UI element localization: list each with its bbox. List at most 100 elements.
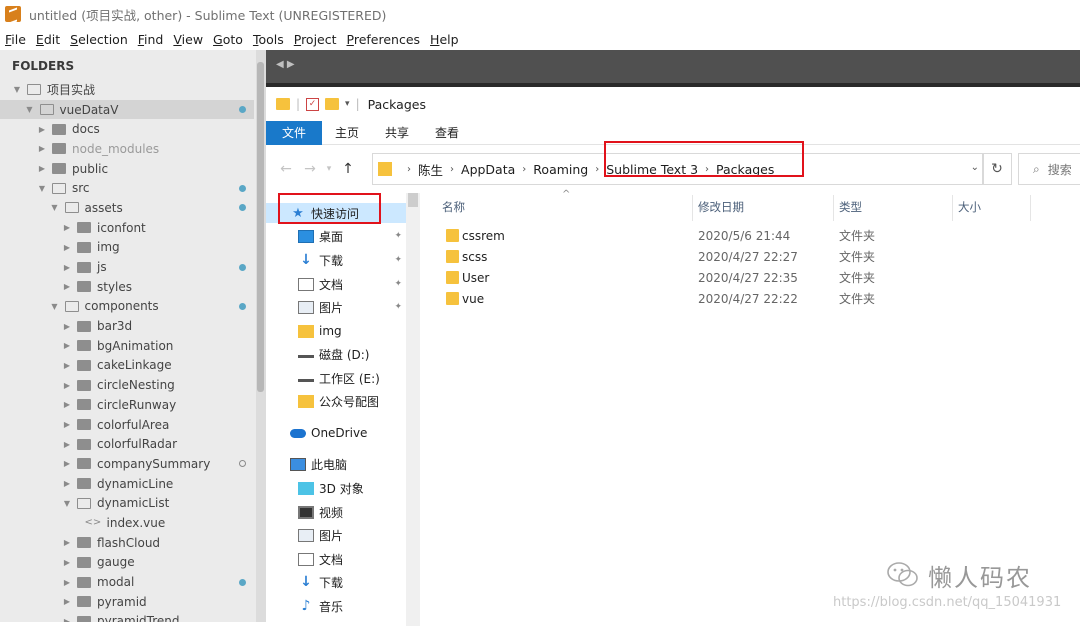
nav-scroll-thumb[interactable] — [408, 193, 418, 207]
file-row[interactable]: vue 2020/4/27 22:22 文件夹 — [422, 288, 1080, 309]
nav-item[interactable]: 桌面 ✦ — [266, 226, 406, 246]
chevron-right-icon[interactable]: › — [450, 164, 454, 175]
menu-file[interactable]: File — [0, 32, 31, 47]
nav-item[interactable]: OneDrive — [266, 423, 406, 443]
forward-arrow-icon[interactable]: → — [298, 161, 322, 177]
menu-view[interactable]: View — [168, 32, 208, 47]
tree-folder-item[interactable]: ▶ dynamicLine — [0, 474, 254, 494]
tab-file[interactable]: 文件 — [266, 121, 323, 145]
recent-dropdown-icon[interactable]: ▾ — [322, 164, 336, 174]
tree-folder-item[interactable]: ▶ modal — [0, 572, 254, 592]
column-type[interactable]: 类型 — [839, 199, 862, 215]
nav-item[interactable]: ↓ 下载 — [266, 572, 406, 592]
disclosure-closed-icon[interactable]: ▶ — [62, 479, 72, 488]
nav-item[interactable]: 文档 — [266, 549, 406, 569]
disclosure-closed-icon[interactable]: ▶ — [37, 144, 47, 153]
tree-folder-item[interactable]: ▶ bgAnimation — [0, 336, 254, 356]
disclosure-closed-icon[interactable]: ▶ — [62, 420, 72, 429]
disclosure-closed-icon[interactable]: ▶ — [62, 459, 72, 468]
tree-folder-item[interactable]: ▶ styles — [0, 277, 254, 297]
menu-goto[interactable]: Goto — [208, 32, 248, 47]
tree-folder-item[interactable]: ▶ bar3d — [0, 316, 254, 336]
tree-folder-item[interactable]: ▼ vueDataV — [0, 99, 254, 120]
chevron-right-icon[interactable]: › — [522, 164, 526, 175]
file-row[interactable]: scss 2020/4/27 22:27 文件夹 — [422, 246, 1080, 267]
nav-item[interactable]: 3D 对象 — [266, 478, 406, 498]
pin-icon[interactable]: ✦ — [394, 255, 402, 265]
nav-item[interactable]: 公众号配图 — [266, 391, 406, 411]
tab-share[interactable]: 共享 — [372, 121, 422, 145]
disclosure-closed-icon[interactable]: ▶ — [62, 440, 72, 449]
tree-folder-item[interactable]: ▶ flashCloud — [0, 533, 254, 553]
disclosure-open-icon[interactable]: ▼ — [25, 105, 35, 114]
sidebar-scrollbar[interactable] — [256, 50, 266, 622]
chevron-right-icon[interactable]: › — [595, 164, 599, 175]
tree-folder-item[interactable]: ▶ iconfont — [0, 218, 254, 238]
tree-folder-item[interactable]: ▶ companySummary — [0, 454, 254, 474]
tree-folder-item[interactable]: ▶ img — [0, 238, 254, 258]
disclosure-closed-icon[interactable]: ▶ — [37, 164, 47, 173]
menu-selection[interactable]: Selection — [65, 32, 133, 47]
tree-folder-item[interactable]: ▼ components — [0, 297, 254, 317]
customize-toolbar-icon[interactable]: ▾ — [345, 99, 350, 109]
tree-folder-item[interactable]: ▶ node_modules — [0, 139, 254, 159]
breadcrumb-roaming[interactable]: Roaming — [533, 162, 588, 177]
up-arrow-icon[interactable]: ↑ — [336, 161, 360, 177]
disclosure-open-icon[interactable]: ▼ — [12, 85, 22, 94]
pin-icon[interactable]: ✦ — [394, 231, 402, 241]
column-date[interactable]: 修改日期 — [698, 199, 744, 215]
tab-scroll-arrows-icon[interactable]: ◀ ▶ — [276, 59, 295, 70]
file-row[interactable]: User 2020/4/27 22:35 文件夹 — [422, 267, 1080, 288]
tree-folder-item[interactable]: ▶ pyramidTrend — [0, 612, 254, 622]
disclosure-closed-icon[interactable]: ▶ — [62, 381, 72, 390]
disclosure-closed-icon[interactable]: ▶ — [62, 361, 72, 370]
tree-folder-item[interactable]: ▶ js — [0, 257, 254, 277]
menu-find[interactable]: Find — [133, 32, 169, 47]
nav-item[interactable]: 文档 ✦ — [266, 274, 406, 294]
disclosure-closed-icon[interactable]: ▶ — [62, 558, 72, 567]
disclosure-open-icon[interactable]: ▼ — [62, 499, 72, 508]
new-folder-icon[interactable] — [325, 98, 340, 110]
breadcrumb-user[interactable]: 陈生 — [418, 160, 443, 179]
tree-folder-item[interactable]: ▶ gauge — [0, 553, 254, 573]
nav-scrollbar[interactable] — [406, 193, 420, 626]
pin-icon[interactable]: ✦ — [394, 302, 402, 312]
nav-item[interactable]: 图片 ✦ — [266, 297, 406, 317]
nav-item[interactable]: ♪ 音乐 — [266, 596, 406, 616]
tree-folder-item[interactable]: ▶ cakeLinkage — [0, 356, 254, 376]
tree-folder-item[interactable]: ▶ pyramid — [0, 592, 254, 612]
column-divider[interactable] — [1030, 195, 1031, 221]
disclosure-closed-icon[interactable]: ▶ — [62, 617, 72, 622]
nav-item[interactable]: 此电脑 — [266, 454, 406, 474]
disclosure-closed-icon[interactable]: ▶ — [62, 263, 72, 272]
column-divider[interactable] — [692, 195, 693, 221]
sidebar-scroll-thumb[interactable] — [257, 62, 264, 392]
chevron-right-icon[interactable]: › — [407, 164, 411, 175]
menu-preferences[interactable]: Preferences — [342, 32, 426, 47]
tree-folder-item[interactable]: ▼ assets — [0, 198, 254, 218]
tree-folder-item[interactable]: ▶ docs — [0, 119, 254, 139]
tree-file-item[interactable]: <> index.vue — [0, 513, 254, 533]
nav-item[interactable]: ↓ 下载 ✦ — [266, 250, 406, 270]
disclosure-closed-icon[interactable]: ▶ — [62, 243, 72, 252]
properties-icon[interactable]: ✓ — [306, 97, 320, 111]
tree-folder-item[interactable]: ▼ 项目实战 — [0, 80, 254, 100]
disclosure-closed-icon[interactable]: ▶ — [62, 341, 72, 350]
disclosure-closed-icon[interactable]: ▶ — [62, 223, 72, 232]
disclosure-open-icon[interactable]: ▼ — [50, 302, 60, 311]
nav-item[interactable]: 视频 — [266, 502, 406, 522]
disclosure-closed-icon[interactable]: ▶ — [62, 538, 72, 547]
column-divider[interactable] — [833, 195, 834, 221]
back-arrow-icon[interactable]: ← — [274, 161, 298, 177]
search-input[interactable]: ⌕ 搜索 — [1018, 153, 1080, 185]
disclosure-open-icon[interactable]: ▼ — [37, 184, 47, 193]
tab-home[interactable]: 主页 — [322, 121, 372, 145]
menu-project[interactable]: Project — [289, 32, 342, 47]
menu-tools[interactable]: Tools — [248, 32, 289, 47]
disclosure-closed-icon[interactable]: ▶ — [62, 578, 72, 587]
nav-item[interactable]: 图片 — [266, 525, 406, 545]
tree-folder-item[interactable]: ▶ public — [0, 159, 254, 179]
column-name[interactable]: 名称 — [442, 199, 465, 215]
column-divider[interactable] — [952, 195, 953, 221]
tree-folder-item[interactable]: ▼ src — [0, 178, 254, 198]
